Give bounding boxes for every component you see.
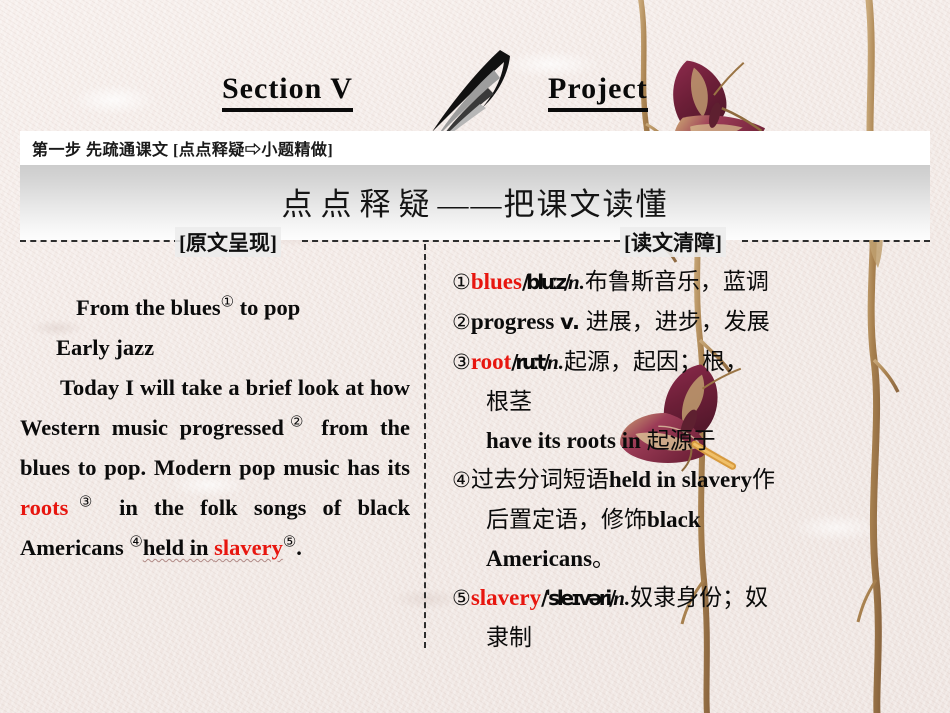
note-1-pos: n. <box>567 270 585 294</box>
note-2-pos: v. <box>560 310 581 334</box>
note-3-meaning: 起源，起因；根， <box>564 349 749 374</box>
swoosh-decoration-icon <box>432 50 510 140</box>
note-item-1: ①blues/bluːz/n.布鲁斯音乐，蓝调 <box>452 262 930 302</box>
note-4-modified-en: black <box>647 507 701 532</box>
dash-rule-right <box>742 240 930 242</box>
note-item-5: ⑤slavery/ˈsleɪvəri/n.奴隶身份；奴 <box>452 578 930 618</box>
note-2-word: progress <box>470 309 561 334</box>
note-1-phonetic: /bluːz/ <box>521 270 571 294</box>
banner-heading-tail: ——把课文读懂 <box>437 187 669 222</box>
note-3-number: ③ <box>452 350 471 374</box>
passage-subtitle: Early jazz <box>56 335 155 360</box>
note-3-pos: n. <box>547 350 565 374</box>
note-4-line-c: Americans。 <box>452 539 930 578</box>
slide-canvas: Section V Project 第一步 先疏通课文 [点点释疑⇨小题精做] … <box>0 0 950 713</box>
title-band: Section V Project <box>0 0 950 140</box>
note-5-phonetic: /ˈsleɪvəri/ <box>541 586 616 610</box>
passage-sup-4: ④ <box>129 534 143 551</box>
passage-title-tail: to pop <box>234 295 301 320</box>
banner-heading-emphasis: 点点释疑 <box>281 187 438 222</box>
dash-rule-left <box>20 240 180 242</box>
note-4-text-a: 过去分词短语 <box>470 467 609 492</box>
note-3-word: root <box>470 349 512 374</box>
note-4-phrase: held in slavery <box>608 467 752 492</box>
keyword-roots: roots <box>20 495 69 520</box>
passage-body: Today I will take a brief look at how We… <box>20 368 410 568</box>
note-5-meaning-continued-line: 隶制 <box>452 618 930 657</box>
passage-title-superscript: ① <box>220 294 235 311</box>
section-title: Section V <box>222 72 353 112</box>
note-2-number: ② <box>452 310 471 334</box>
note-4-modified-en-2: Americans <box>486 546 593 571</box>
note-3-phonetic: /ruːt/ <box>511 350 550 374</box>
passage-text: From the blues① to pop Early jazz Today … <box>20 288 410 568</box>
step-bar: 第一步 先疏通课文 [点点释疑⇨小题精做] <box>20 131 930 165</box>
note-item-4: ④过去分词短语held in slavery作 <box>452 460 930 500</box>
note-4-number: ④ <box>452 468 471 492</box>
keyword-slavery: slavery <box>214 535 283 560</box>
passage-title-line: From the blues① to pop <box>20 288 410 328</box>
column-label-clear-reading: [读文清障] <box>620 227 726 257</box>
note-5-meaning: 奴隶身份；奴 <box>630 585 769 610</box>
passage-sup-2: ② <box>283 414 310 431</box>
note-4-text-b: 后置定语，修饰 <box>486 507 647 532</box>
project-title: Project <box>548 72 648 112</box>
note-4-line-b: 后置定语，修饰black <box>452 500 930 539</box>
note-3-meaning-continued: 根茎 <box>486 389 532 414</box>
note-5-number: ⑤ <box>452 586 471 610</box>
notes-list: ①blues/bluːz/n.布鲁斯音乐，蓝调 ②progress v. 进展，… <box>452 262 930 657</box>
note-3-collocation-cn: 起源于 <box>640 428 716 453</box>
note-1-meaning: 布鲁斯音乐，蓝调 <box>584 269 769 294</box>
column-label-original-text: [原文呈现] <box>175 227 281 257</box>
note-item-2: ②progress v. 进展，进步，发展 <box>452 302 930 342</box>
note-item-3: ③root/ruːt/n.起源，起因；根， <box>452 342 930 382</box>
note-5-pos: n. <box>613 586 631 610</box>
note-4-text-c-tail: 。 <box>592 546 616 571</box>
section-banner: 点点释疑——把课文读懂 <box>20 165 930 240</box>
passage-body-4: held in <box>142 535 215 560</box>
note-2-meaning: 进展，进步，发展 <box>580 309 770 334</box>
passage-body-5: . <box>296 535 302 560</box>
step-bar-label: 第一步 先疏通课文 [点点释疑⇨小题精做] <box>32 142 334 159</box>
note-5-word: slavery <box>470 585 542 610</box>
note-1-number: ① <box>452 270 471 294</box>
dash-rule-mid <box>302 240 620 242</box>
note-1-word: blues <box>470 269 522 294</box>
content-panel: [原文呈现] [读文清障] From the blues① to pop Ear… <box>20 227 930 680</box>
banner-heading: 点点释疑——把课文读懂 <box>20 179 930 224</box>
note-3-collocation-en: have its roots in <box>486 428 641 453</box>
column-divider <box>424 244 426 648</box>
passage-title: From the blues <box>76 295 221 320</box>
note-3-meaning-continued-line: 根茎 <box>452 382 930 421</box>
note-5-meaning-continued: 隶制 <box>486 625 532 650</box>
passage-sup-3: ③ <box>68 494 103 511</box>
passage-sup-5: ⑤ <box>282 534 297 551</box>
note-3-collocation-line: have its roots in 起源于 <box>452 421 930 460</box>
note-4-text-a-tail: 作 <box>751 467 775 492</box>
